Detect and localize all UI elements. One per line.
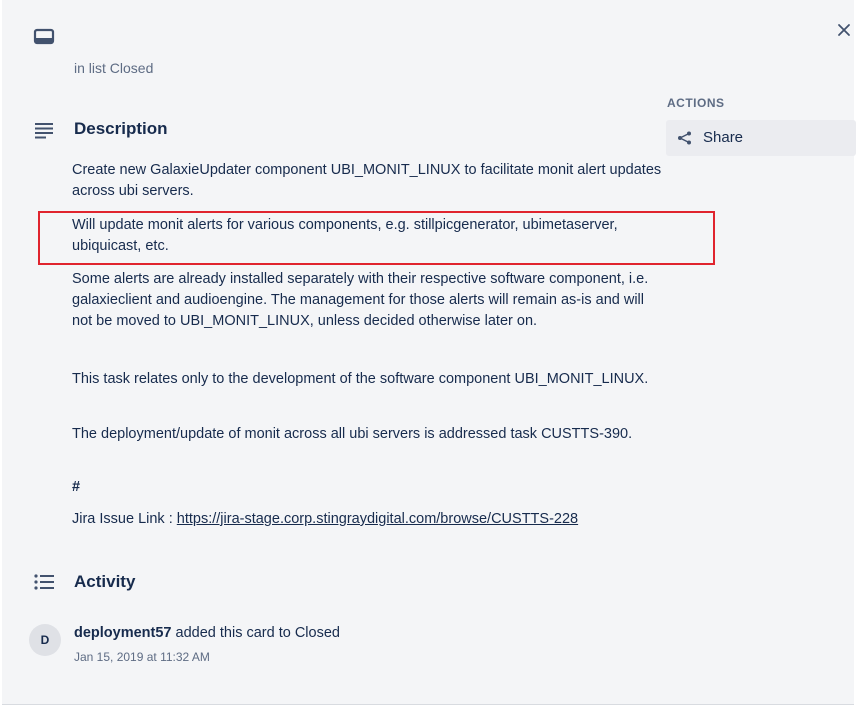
activity-heading: Activity xyxy=(74,572,136,591)
share-icon xyxy=(678,131,691,145)
card-detail-panel: in list Closed Description Create new Ga… xyxy=(2,0,856,705)
activity-user[interactable]: deployment57 xyxy=(74,625,172,641)
share-label: Share xyxy=(703,129,744,146)
activity-action: added this card to Closed xyxy=(175,625,340,641)
actions-heading: ACTIONS xyxy=(667,96,725,110)
card-icon xyxy=(33,28,55,45)
description-paragraph: This task relates only to the developmen… xyxy=(72,371,649,387)
jira-issue-link[interactable]: https://jira-stage.corp.stingraydigital.… xyxy=(177,511,578,527)
description-icon xyxy=(35,123,53,139)
jira-link-line: Jira Issue Link : https://jira-stage.cor… xyxy=(72,509,578,530)
activity-icon xyxy=(34,574,54,590)
activity-timestamp[interactable]: Jan 15, 2019 at 11:32 AM xyxy=(74,650,210,664)
avatar[interactable]: D xyxy=(29,624,61,656)
list-prefix: in list xyxy=(74,60,106,76)
description-paragraph: The deployment/update of monit across al… xyxy=(72,426,633,442)
description-heading: Description xyxy=(74,119,168,138)
list-location: in list Closed xyxy=(74,60,153,76)
list-name[interactable]: Closed xyxy=(110,60,154,76)
activity-entry: deployment57 added this card to Closed xyxy=(74,625,340,641)
jira-link-label: Jira Issue Link : xyxy=(72,511,173,527)
close-icon[interactable] xyxy=(834,20,854,40)
share-button[interactable]: Share xyxy=(666,120,856,156)
description-heading-marker: # xyxy=(72,479,81,495)
description-paragraph: Create new GalaxieUpdater component UBI_… xyxy=(72,162,662,199)
description-paragraph: Some alerts are already installed separa… xyxy=(72,271,649,329)
highlight-box xyxy=(38,211,715,265)
